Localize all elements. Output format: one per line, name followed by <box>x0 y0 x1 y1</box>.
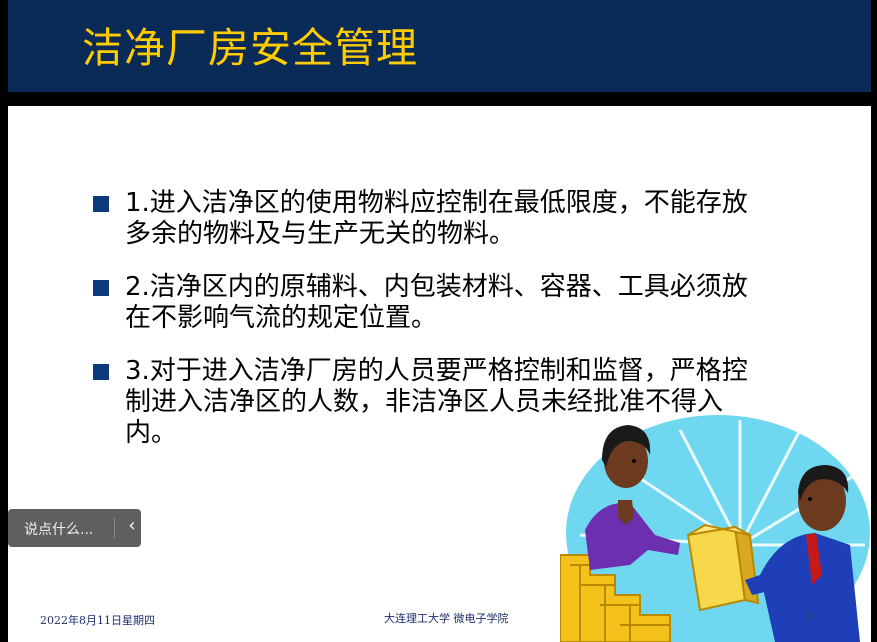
square-bullet-icon <box>93 280 109 296</box>
slide-title: 洁净厂房安全管理 <box>82 24 418 72</box>
chevron-left-icon[interactable]: ‹ <box>124 515 140 539</box>
footer-institution: 大连理工大学 微电子学院 <box>384 612 509 625</box>
bullet-text: 1.进入洁净区的使用物料应控制在最低限度，不能存放多余的物料及与生产无关的物料。 <box>125 188 748 249</box>
bullet-item: 1.进入洁净区的使用物料应控制在最低限度，不能存放多余的物料及与生产无关的物料。 <box>93 188 773 250</box>
bullet-text: 2.洁净区内的原辅料、内包装材料、容器、工具必须放在不影响气流的规定位置。 <box>125 272 748 333</box>
square-bullet-icon <box>93 364 109 380</box>
slide-page-number: 3 <box>806 612 813 623</box>
square-bullet-icon <box>93 196 109 212</box>
comment-placeholder[interactable]: 说点什么... <box>24 519 93 539</box>
title-divider <box>8 92 871 106</box>
comment-divider <box>114 518 115 538</box>
title-bar: 洁净厂房安全管理 <box>8 0 871 92</box>
comment-input-pill[interactable]: 说点什么... ‹ <box>8 509 141 547</box>
business-handoff-clipart <box>560 405 877 642</box>
bullet-item: 2.洁净区内的原辅料、内包装材料、容器、工具必须放在不影响气流的规定位置。 <box>93 272 773 334</box>
footer-date: 2022年8月11日星期四 <box>40 614 155 627</box>
